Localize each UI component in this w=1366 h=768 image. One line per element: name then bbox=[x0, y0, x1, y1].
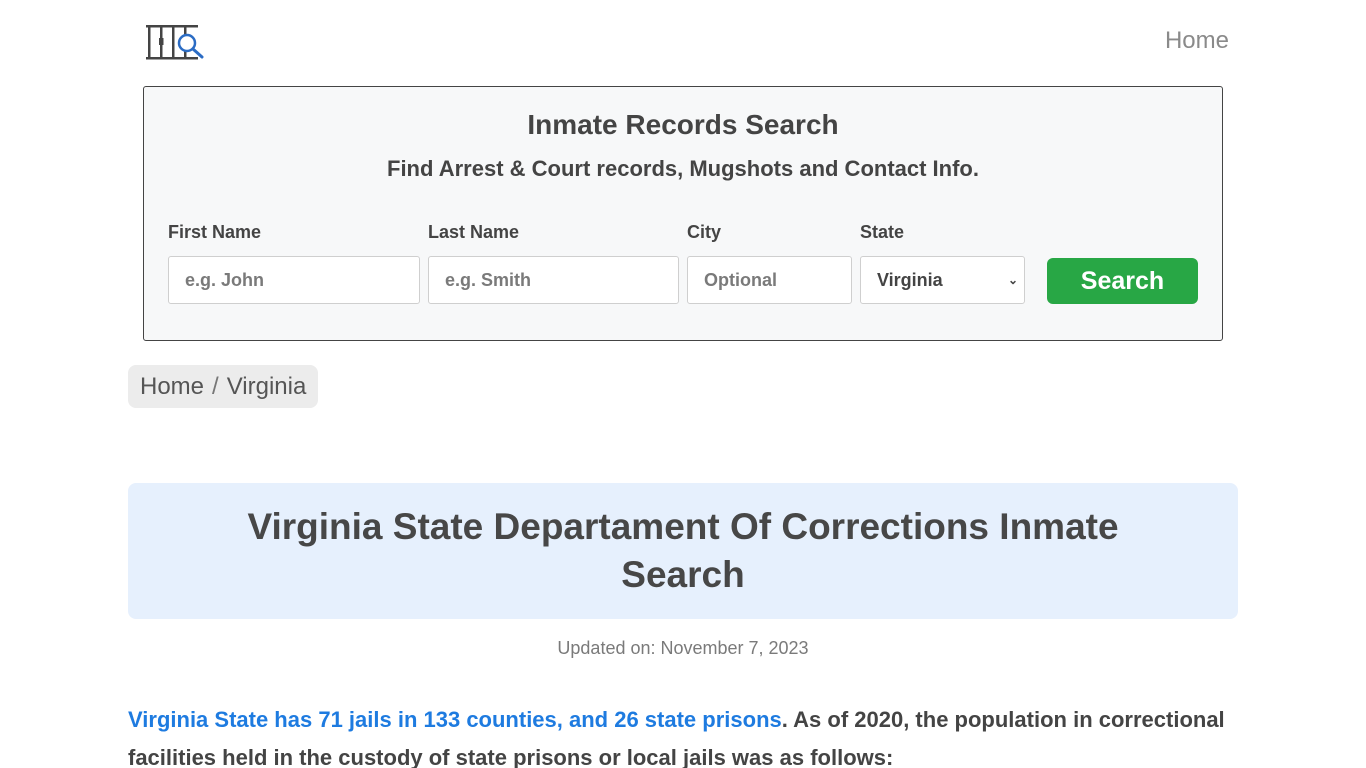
nav-home-link[interactable]: Home bbox=[1165, 27, 1229, 55]
intro-stats-link[interactable]: Virginia State has 71 jails in 133 count… bbox=[128, 707, 782, 732]
intro-paragraph: Virginia State has 71 jails in 133 count… bbox=[128, 701, 1238, 768]
updated-date: Updated on: November 7, 2023 bbox=[557, 638, 809, 658]
state-select-value: Virginia bbox=[877, 269, 943, 290]
city-field[interactable] bbox=[687, 256, 852, 304]
page-title: Virginia State Departament Of Correction… bbox=[247, 506, 1119, 595]
search-panel-title: Inmate Records Search bbox=[527, 109, 839, 140]
chevron-down-icon: ⌄ bbox=[1007, 273, 1018, 287]
search-panel-subtitle: Find Arrest & Court records, Mugshots an… bbox=[387, 156, 979, 181]
state-select[interactable]: Virginia ⌄ bbox=[860, 256, 1025, 304]
breadcrumb-current: Virginia bbox=[226, 372, 307, 400]
first-name-field[interactable] bbox=[168, 256, 420, 304]
jail-bars-magnifier-icon[interactable] bbox=[144, 22, 206, 62]
city-label: City bbox=[687, 222, 722, 242]
page-title-banner: Virginia State Departament Of Correction… bbox=[128, 483, 1238, 619]
state-label: State bbox=[860, 222, 905, 242]
search-button[interactable]: Search bbox=[1047, 258, 1198, 304]
breadcrumb-separator: / bbox=[212, 372, 219, 400]
inmate-search-panel: Inmate Records Search Find Arrest & Cour… bbox=[143, 86, 1223, 341]
breadcrumb-home-link[interactable]: Home bbox=[140, 373, 204, 401]
last-name-label: Last Name bbox=[428, 222, 520, 242]
breadcrumb: Home / Virginia bbox=[128, 365, 319, 408]
last-name-field[interactable] bbox=[428, 256, 679, 304]
first-name-label: First Name bbox=[168, 222, 262, 242]
